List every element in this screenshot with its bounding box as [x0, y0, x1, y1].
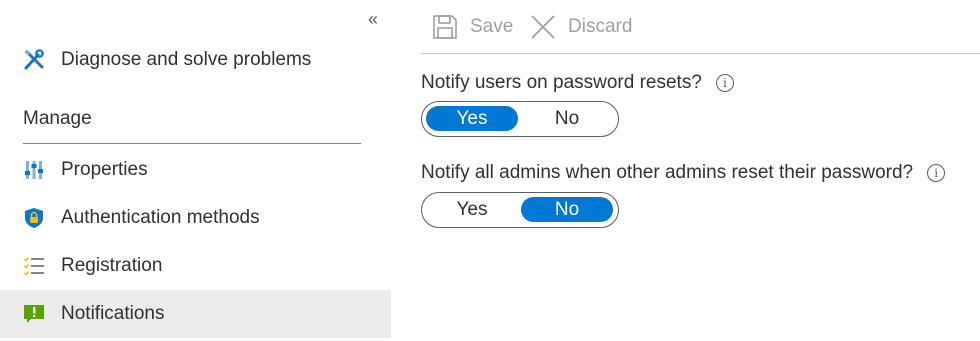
sidebar-item-diagnose[interactable]: Diagnose and solve problems: [0, 36, 391, 84]
wrench-screwdriver-icon: [22, 48, 46, 72]
notification-icon: [22, 302, 46, 326]
sidebar-item-notifications[interactable]: Notifications: [0, 290, 391, 338]
section-header-manage: Manage: [23, 108, 92, 129]
notify-admins-yes-option[interactable]: Yes: [426, 197, 518, 222]
sidebar-nav: « Diagnose and solve problems Manage Pro…: [0, 0, 391, 341]
sidebar-item-label: Registration: [61, 255, 163, 276]
notify-admins-toggle: Yes No: [421, 192, 619, 228]
shield-lock-icon: [22, 206, 46, 230]
info-icon[interactable]: i: [927, 164, 946, 182]
sidebar-item-authentication-methods[interactable]: Authentication methods: [0, 194, 391, 242]
setting-notify-admins-label: Notify all admins when other admins rese…: [421, 162, 946, 184]
question-text: Notify users on password resets?: [421, 72, 702, 93]
checklist-icon: [22, 254, 46, 278]
section-divider: [23, 143, 361, 144]
notifications-blade: « Diagnose and solve problems Manage Pro…: [0, 0, 980, 341]
notify-users-yes-option[interactable]: Yes: [426, 106, 518, 131]
sidebar-item-properties[interactable]: Properties: [0, 146, 391, 194]
sidebar-item-label: Properties: [61, 159, 148, 180]
question-text: Notify all admins when other admins rese…: [421, 162, 914, 183]
save-icon: [432, 14, 458, 40]
setting-notify-users-label: Notify users on password resets? i: [421, 72, 734, 94]
collapse-sidebar-button[interactable]: «: [362, 6, 384, 32]
save-label: Save: [470, 16, 514, 37]
discard-button[interactable]: Discard: [530, 11, 632, 43]
save-button[interactable]: Save: [432, 11, 513, 43]
sliders-icon: [22, 158, 46, 182]
notify-admins-no-option[interactable]: No: [521, 197, 613, 222]
sidebar-item-label: Notifications: [61, 303, 165, 324]
command-bar: Save Discard: [421, 0, 980, 54]
discard-label: Discard: [568, 16, 633, 37]
sidebar-item-label: Authentication methods: [61, 207, 260, 228]
info-icon[interactable]: i: [715, 74, 734, 92]
notify-users-toggle: Yes No: [421, 101, 619, 137]
sidebar-item-registration[interactable]: Registration: [0, 242, 391, 290]
close-icon: [530, 14, 556, 40]
sidebar-item-label: Diagnose and solve problems: [61, 49, 312, 70]
notify-users-no-option[interactable]: No: [521, 106, 613, 131]
